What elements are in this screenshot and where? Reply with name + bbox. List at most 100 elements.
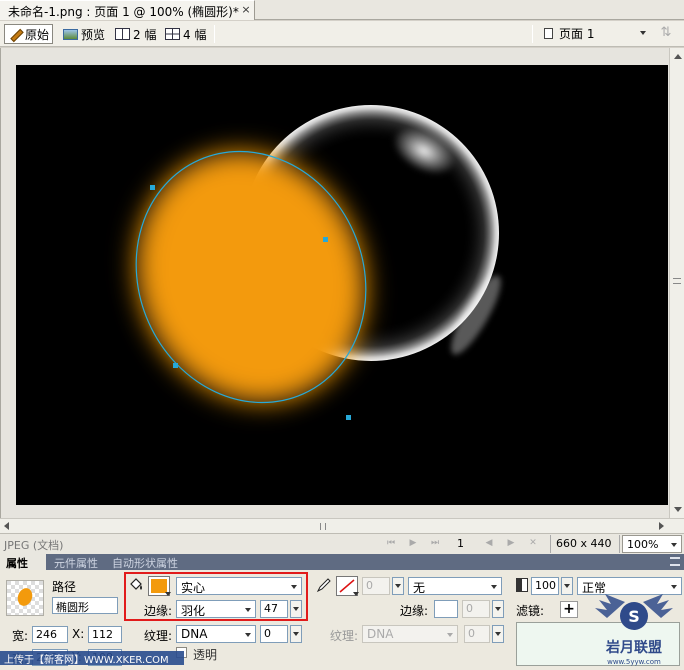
- x-label: X:: [72, 627, 85, 641]
- path-node[interactable]: [173, 363, 178, 368]
- stroke-edge-label: 边缘:: [400, 604, 429, 618]
- document-tab[interactable]: 未命名-1.png : 页面 1 @ 100% (椭圆形)* ×: [0, 0, 255, 20]
- preview-label: 预览: [81, 27, 106, 42]
- x-field[interactable]: 112: [88, 626, 122, 643]
- toolbar-divider: [214, 25, 215, 43]
- tab-properties[interactable]: 属性: [0, 554, 46, 570]
- tab-autoshape-properties[interactable]: 自动形状属性: [106, 554, 184, 570]
- no-stroke-icon: [339, 579, 355, 593]
- stroke-texture-amount-field[interactable]: 0: [464, 625, 490, 643]
- original-view-button[interactable]: 原始: [4, 24, 54, 44]
- status-bar: JPEG (文档) ⏮ ▶ ⏭ 1 ◀ ▶ ✕ 660 x 440 100%: [0, 533, 684, 554]
- object-name-field[interactable]: 椭圆形: [52, 597, 118, 614]
- zoom-select[interactable]: 100%: [622, 535, 682, 553]
- width-label: 宽:: [12, 629, 29, 643]
- stroke-texture-label: 纹理:: [330, 629, 359, 643]
- prev-frame-icon[interactable]: ◀: [484, 538, 494, 548]
- object-type: 路径: [52, 580, 77, 594]
- page-icon: [544, 28, 553, 39]
- stroke-type-select[interactable]: 无: [408, 577, 502, 595]
- horizontal-scrollbar[interactable]: [0, 518, 684, 533]
- two-up-button[interactable]: 2 幅: [112, 24, 159, 44]
- canvas-artwork: [135, 105, 501, 420]
- chevron-down-icon: [640, 31, 646, 35]
- scroll-up-icon[interactable]: [674, 54, 682, 59]
- chevron-down-icon: [671, 585, 677, 589]
- scroll-right-icon[interactable]: [659, 522, 664, 530]
- preview-button[interactable]: 预览: [60, 24, 108, 44]
- page-select[interactable]: 页面 1: [540, 24, 650, 43]
- last-page-icon[interactable]: ⏭: [430, 538, 440, 548]
- logo-text: 岩月联盟: [605, 639, 662, 656]
- chevron-down-icon: [353, 592, 359, 596]
- next-frame-icon[interactable]: ▶: [506, 538, 516, 548]
- fill-texture-value: DNA: [181, 627, 208, 641]
- opacity-icon: [516, 578, 528, 592]
- two-up-label: 2 幅: [133, 27, 157, 42]
- filters-label: 滤镜:: [516, 604, 545, 618]
- fill-texture-amount-field[interactable]: 0: [260, 625, 288, 643]
- property-panel-tabs: 属性 元件属性 自动形状属性: [0, 554, 684, 570]
- stop-icon[interactable]: ✕: [528, 538, 538, 548]
- pencil-icon: [316, 578, 331, 593]
- svg-text:S: S: [628, 607, 640, 626]
- chevron-down-icon: [671, 543, 677, 547]
- play-icon[interactable]: ▶: [408, 538, 418, 548]
- zoom-value: 100%: [627, 538, 659, 551]
- stroke-size-field[interactable]: 0: [362, 577, 390, 595]
- scroll-down-icon[interactable]: [674, 507, 682, 512]
- panel-menu-icon[interactable]: [670, 557, 680, 566]
- stroke-edge-amount-field[interactable]: 0: [462, 600, 490, 618]
- page-up-down-icon[interactable]: ⇅: [655, 25, 677, 43]
- highlight-box: [124, 572, 308, 621]
- scroll-grip[interactable]: [320, 523, 326, 530]
- four-up-icon: [165, 28, 180, 40]
- canvas-size: 660 x 440: [550, 535, 620, 553]
- vertical-scrollbar[interactable]: [669, 48, 684, 518]
- stroke-edge-dropdown[interactable]: [492, 600, 504, 618]
- stroke-texture-value: DNA: [367, 627, 394, 641]
- four-up-label: 4 幅: [183, 27, 207, 42]
- document-title: 未命名-1.png : 页面 1 @ 100% (椭圆形)*: [8, 5, 239, 19]
- preview-icon: [63, 28, 78, 40]
- path-node[interactable]: [150, 185, 155, 190]
- fill-texture-amount-dropdown[interactable]: [290, 625, 302, 643]
- two-up-icon: [115, 28, 130, 40]
- close-icon[interactable]: ×: [240, 4, 252, 16]
- stroke-edge-swatch[interactable]: [434, 600, 458, 618]
- opacity-dropdown[interactable]: [561, 577, 573, 595]
- pencil-icon: [8, 27, 22, 41]
- object-thumbnail: [6, 580, 44, 616]
- export-format: JPEG (文档): [4, 539, 64, 552]
- canvas-area: [0, 48, 684, 518]
- stroke-texture-select[interactable]: DNA: [362, 625, 458, 643]
- tab-symbol-properties[interactable]: 元件属性: [48, 554, 104, 570]
- watermark-banner: 上传于【新客网】WWW.XKER.COM: [0, 651, 184, 666]
- page-number: 1: [457, 537, 464, 550]
- chevron-down-icon: [245, 633, 251, 637]
- scroll-left-icon[interactable]: [4, 522, 9, 530]
- document-canvas[interactable]: [16, 65, 668, 505]
- scroll-grip[interactable]: [673, 278, 681, 284]
- four-up-button[interactable]: 4 幅: [162, 24, 209, 44]
- first-page-icon[interactable]: ⏮: [386, 538, 396, 548]
- original-view-label: 原始: [25, 27, 50, 42]
- stroke-size-dropdown[interactable]: [392, 577, 404, 595]
- page-select-value: 页面 1: [559, 27, 595, 41]
- chevron-down-icon: [491, 585, 497, 589]
- stroke-color-swatch[interactable]: [336, 576, 359, 596]
- document-tab-bar: 未命名-1.png : 页面 1 @ 100% (椭圆形)* ×: [0, 0, 684, 20]
- chevron-down-icon: [447, 633, 453, 637]
- add-filter-button[interactable]: +: [560, 601, 578, 618]
- transparent-label: 透明: [193, 648, 218, 662]
- path-node[interactable]: [346, 415, 351, 420]
- width-field[interactable]: 246: [32, 626, 68, 643]
- path-node[interactable]: [323, 237, 328, 242]
- fill-texture-label: 纹理:: [144, 629, 173, 643]
- view-toolbar: 原始 预览 2 幅 4 幅 页面 1 ⇅: [0, 21, 684, 47]
- stroke-type-value: 无: [413, 581, 426, 595]
- fill-texture-select[interactable]: DNA: [176, 625, 256, 643]
- logo-url: www.5yyw.com: [607, 658, 661, 666]
- stroke-texture-dropdown[interactable]: [492, 625, 504, 643]
- opacity-field[interactable]: 100: [531, 577, 559, 595]
